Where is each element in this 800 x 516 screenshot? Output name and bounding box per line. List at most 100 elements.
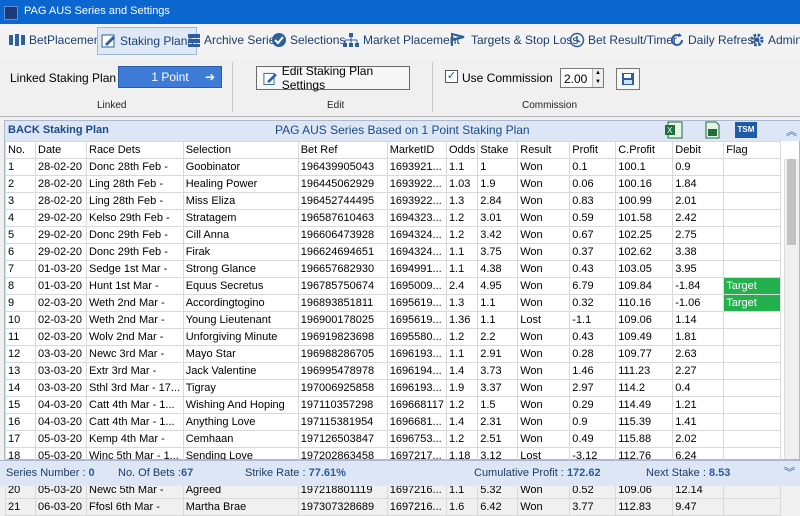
table-cell[interactable]: Target <box>723 277 782 295</box>
table-cell[interactable]: 100.16 <box>615 175 674 193</box>
table-cell[interactable]: 196900178025 <box>297 311 388 329</box>
table-cell[interactable]: 1695580... <box>386 328 447 346</box>
commission-stepper[interactable]: 2.00 ▲ ▼ <box>560 68 604 88</box>
table-cell[interactable]: 1.9 <box>477 175 519 193</box>
table-cell[interactable]: 196439905043 <box>297 158 388 176</box>
table-cell[interactable]: 05-03-20 <box>35 430 87 448</box>
table-cell[interactable]: 4 <box>5 209 36 227</box>
table-cell[interactable]: 2.63 <box>672 345 725 363</box>
table-row[interactable]: 7 01-03-20 Sedge 1st Mar - Strong Glance 196… <box>5 260 782 278</box>
table-cell[interactable]: 5 <box>5 226 36 244</box>
table-cell[interactable]: 110.16 <box>615 294 674 312</box>
table-cell[interactable]: 2 <box>5 175 36 193</box>
menu-staking-plans[interactable]: Staking Plans <box>97 27 198 55</box>
table-cell[interactable]: 1696193... <box>386 345 447 363</box>
table-cell[interactable] <box>723 175 782 193</box>
table-cell[interactable]: 0.29 <box>569 396 617 414</box>
table-cell[interactable]: 02-03-20 <box>35 311 87 329</box>
table-cell[interactable]: Ling 28th Feb - <box>86 192 184 210</box>
table-cell[interactable]: 197307328689 <box>297 498 388 516</box>
table-cell[interactable]: 1.81 <box>672 328 725 346</box>
col-header[interactable]: MarketID <box>386 141 447 159</box>
table-cell[interactable]: 0.32 <box>569 294 617 312</box>
table-cell[interactable]: 13 <box>5 362 36 380</box>
table-cell[interactable]: 3.01 <box>477 209 519 227</box>
col-header[interactable]: No. <box>5 141 36 159</box>
tsm-icon[interactable]: TSM <box>735 122 757 138</box>
table-cell[interactable]: 01-03-20 <box>35 277 87 295</box>
table-cell[interactable]: 1696193... <box>386 379 447 397</box>
table-cell[interactable]: Won <box>517 209 571 227</box>
table-cell[interactable]: Won <box>517 430 571 448</box>
table-cell[interactable] <box>723 379 782 397</box>
menu-daily-refresh[interactable]: Daily Refresh <box>669 27 760 53</box>
table-cell[interactable] <box>723 362 782 380</box>
table-cell[interactable]: 1 <box>477 158 519 176</box>
table-cell[interactable] <box>723 311 782 329</box>
table-cell[interactable]: Weth 2nd Mar - <box>86 311 184 329</box>
table-cell[interactable]: 0.37 <box>569 243 617 261</box>
table-cell[interactable]: Weth 2nd Mar - <box>86 294 184 312</box>
table-cell[interactable] <box>723 345 782 363</box>
table-cell[interactable]: 0.9 <box>569 413 617 431</box>
table-cell[interactable]: 1694323... <box>386 209 447 227</box>
table-cell[interactable]: Anything Love <box>182 413 299 431</box>
table-cell[interactable]: 28-02-20 <box>35 192 87 210</box>
table-cell[interactable]: 101.58 <box>615 209 674 227</box>
table-cell[interactable]: 1.1 <box>477 311 519 329</box>
table-cell[interactable]: 3.42 <box>477 226 519 244</box>
table-cell[interactable]: 1.84 <box>672 175 725 193</box>
table-cell[interactable]: 196452744495 <box>297 192 388 210</box>
table-cell[interactable]: 196624694651 <box>297 243 388 261</box>
menu-admin[interactable]: Admin <box>749 27 800 53</box>
table-cell[interactable]: Ffosl 6th Mar - <box>86 498 184 516</box>
col-header[interactable]: Odds <box>445 141 479 159</box>
table-cell[interactable]: Donc 28th Feb - <box>86 158 184 176</box>
table-cell[interactable]: 06-03-20 <box>35 498 87 516</box>
table-row[interactable]: 5 29-02-20 Donc 29th Feb - Cill Anna 1966064… <box>5 226 782 244</box>
table-cell[interactable]: Young Lieutenant <box>182 311 299 329</box>
table-cell[interactable]: 8 <box>5 277 36 295</box>
table-cell[interactable]: 04-03-20 <box>35 413 87 431</box>
table-cell[interactable]: 115.39 <box>615 413 674 431</box>
stepper-arrows[interactable]: ▲ ▼ <box>592 69 603 87</box>
table-cell[interactable]: 103.05 <box>615 260 674 278</box>
table-cell[interactable]: 197006925858 <box>297 379 388 397</box>
table-cell[interactable]: 1.1 <box>477 294 519 312</box>
table-cell[interactable]: Kelso 29th Feb - <box>86 209 184 227</box>
table-cell[interactable]: Lost <box>517 311 571 329</box>
collapse-up-icon[interactable]: ︽ <box>786 123 797 139</box>
table-cell[interactable]: 12 <box>5 345 36 363</box>
table-row[interactable]: 17 05-03-20 Kemp 4th Mar - Cemhaan 197126503… <box>5 430 782 448</box>
table-cell[interactable]: Cemhaan <box>182 430 299 448</box>
menu-targets-stop-loss[interactable]: Targets & Stop Loss <box>450 27 578 53</box>
table-cell[interactable]: Extr 3rd Mar - <box>86 362 184 380</box>
table-cell[interactable]: 28-02-20 <box>35 175 87 193</box>
table-cell[interactable]: Won <box>517 175 571 193</box>
table-cell[interactable]: 9 <box>5 294 36 312</box>
table-cell[interactable]: 0.43 <box>569 328 617 346</box>
table-row[interactable]: 21 06-03-20 Ffosl 6th Mar - Martha Brae 1973… <box>5 498 782 516</box>
table-cell[interactable]: Kemp 4th Mar - <box>86 430 184 448</box>
table-cell[interactable]: 1.3 <box>445 294 479 312</box>
table-cell[interactable]: Healing Power <box>182 175 299 193</box>
table-cell[interactable]: Won <box>517 345 571 363</box>
table-cell[interactable]: 1.2 <box>445 396 479 414</box>
table-cell[interactable]: 17 <box>5 430 36 448</box>
col-header[interactable]: Selection <box>182 141 299 159</box>
table-cell[interactable]: 1.21 <box>672 396 725 414</box>
table-cell[interactable]: 1.4 <box>445 362 479 380</box>
table-cell[interactable]: 1696681... <box>386 413 447 431</box>
table-cell[interactable]: 0.83 <box>569 192 617 210</box>
table-cell[interactable]: 102.25 <box>615 226 674 244</box>
linked-staking-plan-button[interactable]: 1 Point ➔ <box>118 66 222 88</box>
menu-bet-result-timer[interactable]: Bet Result/Timer <box>569 27 677 53</box>
table-cell[interactable]: 0.67 <box>569 226 617 244</box>
table-cell[interactable]: Won <box>517 413 571 431</box>
col-header[interactable]: Profit <box>569 141 617 159</box>
table-cell[interactable]: Sthl 3rd Mar - 17... <box>86 379 184 397</box>
table-cell[interactable]: Catt 4th Mar - 1... <box>86 413 184 431</box>
table-cell[interactable]: 2.75 <box>672 226 725 244</box>
table-cell[interactable]: 3.38 <box>672 243 725 261</box>
table-cell[interactable]: Mayo Star <box>182 345 299 363</box>
